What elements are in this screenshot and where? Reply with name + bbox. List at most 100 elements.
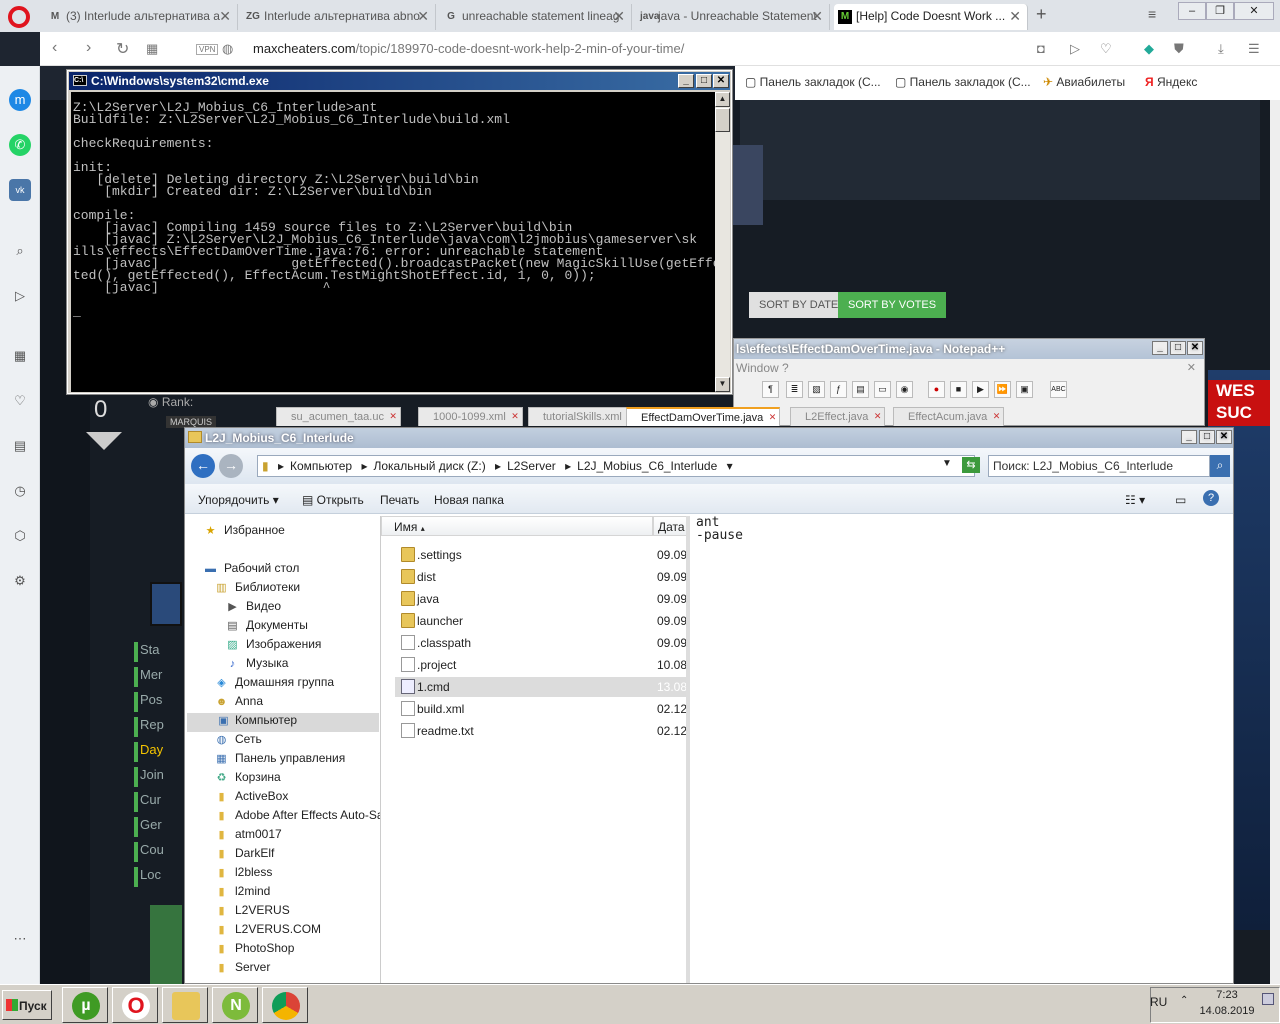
spellcheck-icon[interactable]: ABC <box>1050 381 1067 398</box>
clock-time[interactable]: 7:23 <box>1212 989 1242 1001</box>
taskbar-app-chrome[interactable] <box>262 987 308 1023</box>
npp-maximize-button[interactable]: □ <box>1170 341 1186 355</box>
opera-menu-icon[interactable] <box>8 6 30 28</box>
close-button[interactable]: ✕ <box>1234 2 1274 20</box>
more-icon[interactable]: ⋯ <box>9 928 31 950</box>
nav-item[interactable]: ◈ Домашняя группа <box>214 675 334 694</box>
whatsapp-icon[interactable]: ✆ <box>9 134 31 156</box>
profile-link[interactable]: Cur <box>134 792 161 812</box>
forward-icon[interactable]: › <box>86 39 91 57</box>
bookmark-folder-1[interactable]: ▢ Панель закладок (С... <box>745 75 881 89</box>
maximize-button[interactable]: ❐ <box>1206 2 1234 20</box>
preview-pane-icon[interactable]: ▭ <box>1175 493 1186 507</box>
browser-tab[interactable]: java java - Unreachable Statement ✕ <box>636 4 830 30</box>
taskbar-app-notepadpp[interactable]: N <box>212 987 258 1023</box>
messenger-icon[interactable]: m <box>9 89 31 111</box>
history-icon[interactable]: ◷ <box>9 480 31 502</box>
cmd-titlebar[interactable]: C:\ C:\Windows\system32\cmd.exe _ □ ✕ <box>69 72 730 90</box>
nav-item[interactable]: ▮ atm0017 <box>214 827 281 846</box>
npp-tab[interactable]: tutorialSkills.xml✕ <box>528 407 639 426</box>
cmd-console-output[interactable]: Z:\L2Server\L2J_Mobius_C6_Interlude>ant … <box>71 92 715 392</box>
tray-expand-icon[interactable]: ⌃ <box>1180 995 1188 1006</box>
tab-close-icon[interactable]: ✕ <box>417 8 429 25</box>
easy-setup-icon[interactable]: ☰ <box>1248 41 1260 57</box>
search-icon[interactable]: ⌕ <box>9 240 31 262</box>
vk-icon[interactable]: vk <box>9 179 31 201</box>
function-list-icon[interactable]: ƒ <box>830 381 847 398</box>
back-icon[interactable]: ‹ <box>52 39 57 57</box>
bookmarks-heart-icon[interactable]: ♡ <box>9 390 31 412</box>
language-indicator[interactable]: RU <box>1150 995 1167 1009</box>
tabs-grid-icon[interactable]: ▦ <box>146 41 158 57</box>
tab-close-icon[interactable]: ✕ <box>219 8 231 25</box>
monitor-icon[interactable]: ◉ <box>896 381 913 398</box>
nav-item[interactable]: ▣ Компьютер <box>187 713 379 732</box>
npp-tab[interactable]: su_acumen_taa.uc ✕ <box>276 407 401 426</box>
bookmark-flights[interactable]: ✈ Авиабилеты <box>1043 75 1125 89</box>
download-icon[interactable]: ⤓ <box>1218 41 1224 57</box>
nav-item[interactable]: ▬ Рабочий стол <box>203 561 299 580</box>
npp-tab-close-icon[interactable]: ✕ <box>389 411 397 422</box>
npp-tab-close-icon[interactable]: ✕ <box>769 412 777 423</box>
npp-tab[interactable]: EffectAcum.java ✕ <box>893 407 1005 426</box>
url-field[interactable]: maxcheaters.com/topic/189970-code-doesnt… <box>253 41 684 56</box>
cmd-maximize-button[interactable]: □ <box>696 74 712 88</box>
forward-arrow-icon[interactable]: → <box>219 454 243 478</box>
nav-item[interactable]: ♻ Корзина <box>214 770 281 789</box>
map-icon[interactable]: ▧ <box>808 381 825 398</box>
profile-link[interactable]: Sta <box>134 642 160 662</box>
explorer-titlebar[interactable]: L2J_Mobius_C6_Interlude _ □ ✕ <box>185 428 1233 448</box>
news-icon[interactable]: ▤ <box>9 435 31 457</box>
send-icon[interactable]: ▷ <box>1070 41 1080 57</box>
nav-item[interactable]: ☻ Anna <box>214 694 263 713</box>
nav-item[interactable]: ▨ Изображения <box>225 637 321 656</box>
tab-close-icon[interactable]: ✕ <box>811 8 823 25</box>
play-macro-icon[interactable]: ▶ <box>972 381 989 398</box>
column-header-name[interactable]: Имя ▴ <box>381 516 653 536</box>
nav-item[interactable]: ▶ Видео <box>225 599 281 618</box>
view-options-icon[interactable]: ☷ ▾ <box>1125 493 1145 507</box>
bookmark-yandex[interactable]: Я Яндекс <box>1145 75 1197 89</box>
browser-tab[interactable]: Gunreachable statement lineag ✕ <box>440 4 632 30</box>
show-desktop-icon[interactable] <box>1262 993 1274 1005</box>
npp-tab[interactable]: L2Effect.java ✕ <box>790 407 886 426</box>
browser-tab[interactable]: M (3) Interlude альтернатива а ✕ <box>44 4 238 30</box>
refresh-icon[interactable]: ⇆ <box>962 457 980 473</box>
nav-item[interactable]: ▮ Server <box>214 960 270 979</box>
profile-link[interactable]: Ger <box>134 817 162 837</box>
scroll-down-icon[interactable]: ▼ <box>715 377 730 392</box>
scroll-up-icon[interactable]: ▲ <box>715 92 730 107</box>
organize-button[interactable]: Упорядочить ▾ <box>198 493 279 507</box>
settings-gear-icon[interactable]: ⚙ <box>9 570 31 592</box>
npp-tab-close-icon[interactable]: ✕ <box>874 411 882 422</box>
npp-close-doc-icon[interactable]: ✕ <box>1187 361 1196 374</box>
nav-item[interactable]: ▮ Adobe After Effects Auto-Save <box>214 808 380 827</box>
file-row[interactable]: java 09.09 <box>395 589 686 609</box>
profile-link[interactable]: Join <box>134 767 164 787</box>
nav-item[interactable]: ▦ Панель управления <box>214 751 345 770</box>
npp-close-button[interactable]: ✕ <box>1187 341 1203 355</box>
minimize-button[interactable]: – <box>1178 2 1206 20</box>
downvote-arrow-icon[interactable] <box>86 432 122 450</box>
npp-tab-close-icon[interactable]: ✕ <box>511 411 519 422</box>
bookmark-folder-2[interactable]: ▢ Панель закладок (С... <box>895 75 1031 89</box>
shield-icon[interactable]: ⛊ <box>1174 41 1184 57</box>
npp-minimize-button[interactable]: _ <box>1152 341 1168 355</box>
help-icon[interactable]: ? <box>1203 490 1219 506</box>
search-input[interactable]: Поиск: L2J_Mobius_C6_Interlude <box>988 455 1210 477</box>
history-dropdown-icon[interactable]: ▼ <box>942 458 952 469</box>
stop-macro-icon[interactable]: ■ <box>950 381 967 398</box>
run-macro-multiple-icon[interactable]: ⏩ <box>994 381 1011 398</box>
vpn-badge[interactable]: VPN <box>196 44 219 55</box>
cmd-close-button[interactable]: ✕ <box>713 74 729 88</box>
nav-item[interactable]: ▮ PhotoShop <box>214 941 294 960</box>
npp-tab[interactable]: 1000-1099.xml ✕ <box>418 407 523 426</box>
tab-close-icon[interactable]: ✕ <box>1009 8 1021 25</box>
save-macro-icon[interactable]: ▣ <box>1016 381 1033 398</box>
new-folder-button[interactable]: Новая папка <box>434 493 504 507</box>
folder-workspace-icon[interactable]: ▭ <box>874 381 891 398</box>
nav-item[interactable]: ♪ Музыка <box>225 656 289 675</box>
profile-link[interactable]: Loc <box>134 867 161 887</box>
preview-pane[interactable]: ant -pause <box>687 516 1233 983</box>
nav-item[interactable]: ◍ Сеть <box>214 732 262 751</box>
